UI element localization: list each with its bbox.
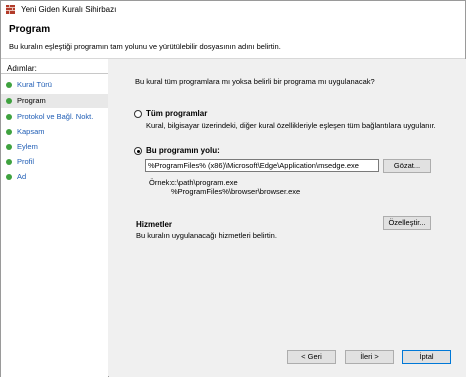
page-title: Program xyxy=(9,24,51,35)
step-status-dot-icon xyxy=(6,114,12,120)
step-status-dot-icon xyxy=(6,174,12,180)
example-path-2: %ProgramFiles%\browser\browser.exe xyxy=(171,187,301,196)
page-subtitle: Bu kuralın eşleştiği programın tam yolun… xyxy=(9,42,281,51)
title-bar: Yeni Giden Kuralı Sihirbazı xyxy=(1,1,465,18)
program-path-input[interactable]: %ProgramFiles% (x86)\Microsoft\Edge\Appl… xyxy=(145,159,379,172)
program-path-label[interactable]: Bu programın yolu: xyxy=(146,146,220,155)
customize-button[interactable]: Özelleştir... xyxy=(383,216,431,230)
step-status-dot-icon xyxy=(6,82,12,88)
step-label: Program xyxy=(17,96,46,105)
sidebar-step-scope[interactable]: Kapsam xyxy=(1,125,108,139)
steps-divider xyxy=(1,73,108,74)
sidebar-step-rule-type[interactable]: Kural Türü xyxy=(1,78,108,92)
cancel-button[interactable]: İptal xyxy=(402,350,451,364)
step-status-dot-icon xyxy=(6,159,12,165)
services-description: Bu kuralın uygulanacağı hizmetleri belir… xyxy=(136,231,277,240)
steps-heading-label: Adımlar: xyxy=(7,64,37,73)
all-programs-radio[interactable] xyxy=(134,110,142,118)
step-label: Protokol ve Bağl. Nokt. xyxy=(17,112,94,121)
wizard-window: Yeni Giden Kuralı Sihirbazı Program Bu k… xyxy=(0,0,466,377)
example-path-1: c:\path\program.exe xyxy=(171,178,238,187)
program-path-radio[interactable] xyxy=(134,147,142,155)
page-header: Program Bu kuralın eşleştiği programın t… xyxy=(1,18,465,59)
main-content: Bu kural tüm programlara mı yoksa belirl… xyxy=(109,59,466,377)
services-title: Hizmetler xyxy=(136,220,173,229)
step-status-dot-icon xyxy=(6,144,12,150)
scope-question: Bu kural tüm programlara mı yoksa belirl… xyxy=(135,77,375,86)
sidebar-step-name[interactable]: Ad xyxy=(1,170,108,184)
firewall-app-icon xyxy=(6,5,15,14)
step-label: Kural Türü xyxy=(17,80,52,89)
step-label: Ad xyxy=(17,172,27,181)
step-status-dot-icon xyxy=(6,98,12,104)
next-button[interactable]: İleri > xyxy=(345,350,394,364)
sidebar-step-program[interactable]: Program xyxy=(1,94,108,108)
step-label: Kapsam xyxy=(17,127,45,136)
step-label: Profil xyxy=(17,157,35,166)
example-label: Örnek: xyxy=(149,178,172,187)
step-status-dot-icon xyxy=(6,129,12,135)
back-button[interactable]: < Geri xyxy=(287,350,336,364)
browse-button[interactable]: Gözat... xyxy=(383,159,431,173)
sidebar-step-action[interactable]: Eylem xyxy=(1,140,108,154)
window-title: Yeni Giden Kuralı Sihirbazı xyxy=(21,5,117,14)
sidebar-step-profile[interactable]: Profil xyxy=(1,155,108,169)
sidebar-step-protocol-ports[interactable]: Protokol ve Bağl. Nokt. xyxy=(1,110,108,124)
all-programs-description: Kural, bilgisayar üzerindeki, diğer kura… xyxy=(146,121,436,130)
step-label: Eylem xyxy=(17,142,38,151)
all-programs-label[interactable]: Tüm programlar xyxy=(146,109,207,118)
steps-sidebar: Adımlar: Kural Türü Program Protokol ve … xyxy=(1,59,108,377)
